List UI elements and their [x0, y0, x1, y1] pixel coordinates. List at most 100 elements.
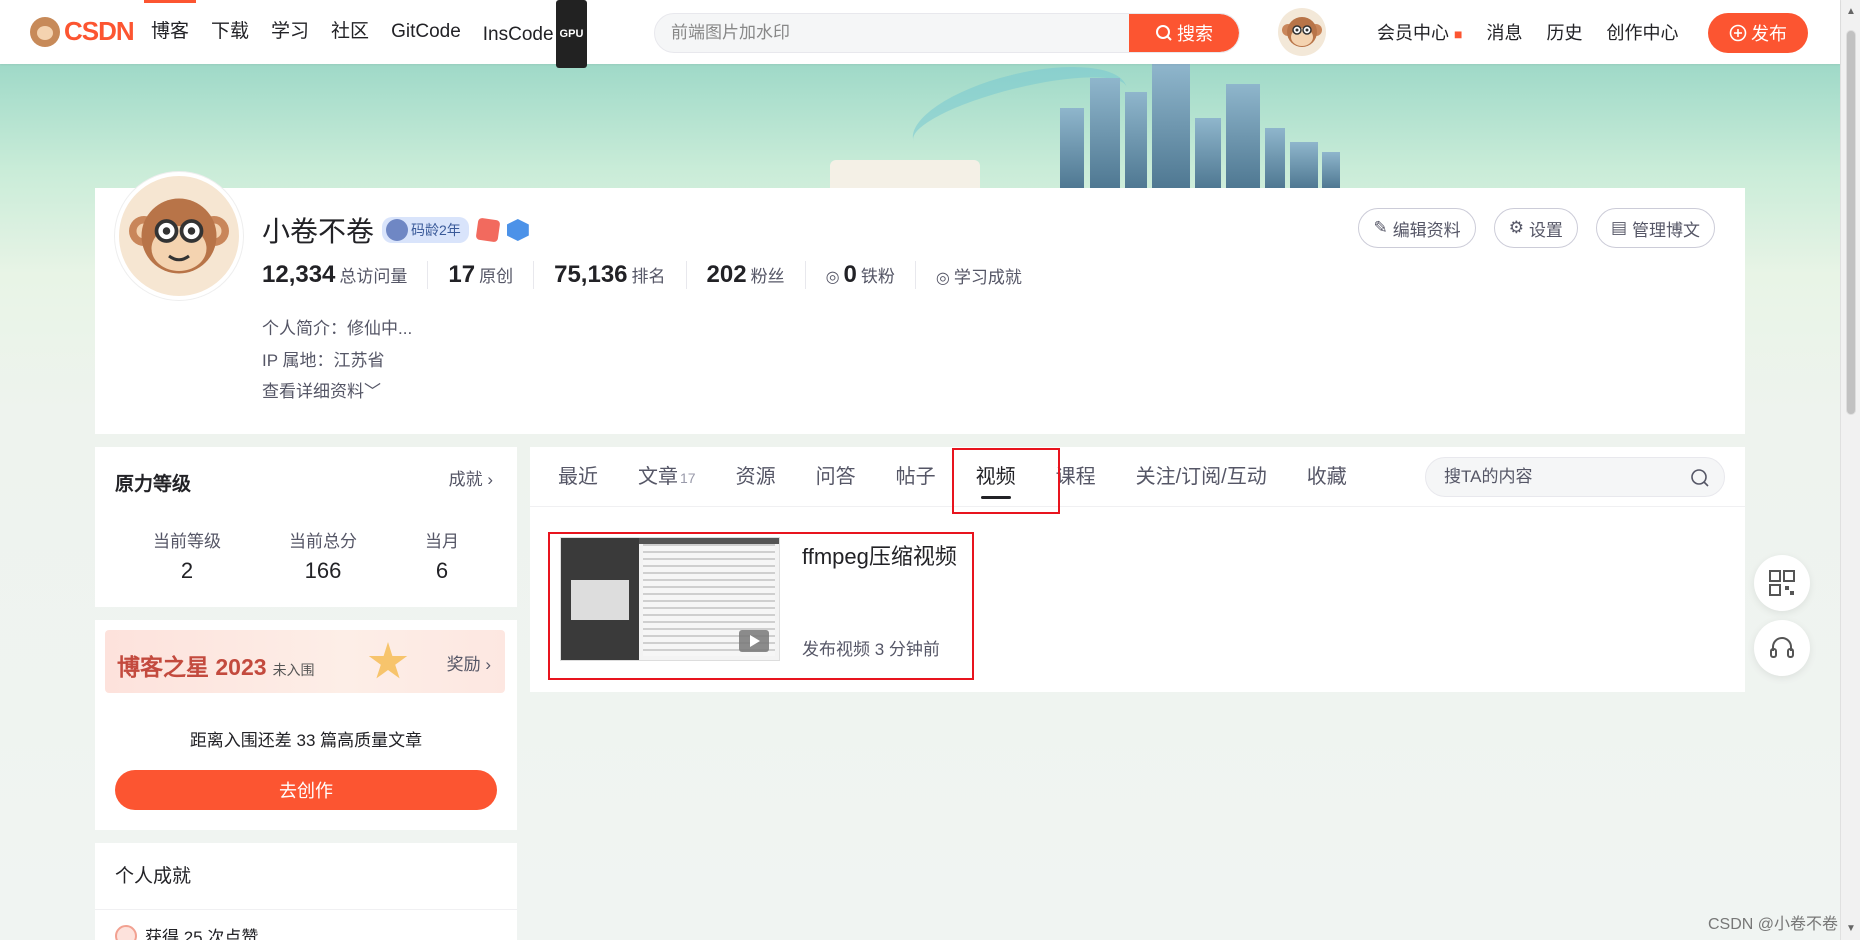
member-center-link[interactable]: 会员中心 ■ [1365, 19, 1474, 45]
code-age-badge: 码龄2年 [382, 217, 469, 243]
settings-button[interactable]: ⚙ 设置 [1493, 208, 1578, 248]
stat-fans[interactable]: 202 粉丝 [707, 261, 806, 289]
search-icon [1156, 25, 1172, 41]
tab-articles[interactable]: 文章 17 [618, 447, 716, 507]
blog-star-title: 博客之星 2023 未入围 [117, 648, 315, 682]
nav-item-community[interactable]: 社区 [320, 0, 380, 64]
qr-code-button[interactable] [1754, 555, 1810, 611]
inscode-label: InsCode [482, 24, 554, 45]
profile-ip: IP 属地：江苏省 [262, 351, 385, 370]
star-icon [368, 642, 408, 679]
manage-posts-button[interactable]: ▤ 管理博文 [1595, 208, 1715, 248]
page-scrollbar[interactable]: ▲ ▼ [1840, 0, 1860, 940]
level-stat-label: 当前等级 [153, 532, 221, 551]
profile-name: 小卷不卷 [262, 216, 375, 247]
nav-item-learn[interactable]: 学习 [260, 0, 320, 64]
user-avatar[interactable] [1278, 8, 1326, 56]
csdn-logo[interactable]: CSDN [30, 16, 135, 47]
stat-original[interactable]: 17 原创 [448, 261, 535, 289]
reward-link[interactable]: 奖励 › [447, 650, 491, 675]
blog-star-status: 未入围 [272, 662, 315, 678]
creator-center-link[interactable]: 创作中心 [1594, 19, 1690, 45]
profile-bio: 个人简介：修仙中... [262, 319, 413, 338]
stat-iron-fans[interactable]: ◎ 0 铁粉 [826, 261, 916, 289]
view-details-label: 查看详细资料 [262, 382, 364, 401]
manage-posts-label: 管理博文 [1632, 220, 1700, 240]
logo-text: CSDN [64, 16, 135, 46]
video-meta: 发布视频 3 分钟前 [802, 640, 940, 659]
medal-blue-icon[interactable] [506, 219, 529, 241]
level-stats: 当前等级 2 当前总分 166 当月 6 [95, 527, 517, 584]
learning-achievement-link[interactable]: ◎ 学习成就 [936, 263, 1042, 288]
chevron-down-icon: ﹀ [364, 382, 381, 401]
plus-circle-icon [1729, 24, 1747, 42]
video-thumbnail[interactable] [560, 537, 780, 661]
code-age-label: 码龄2年 [411, 222, 461, 238]
history-link[interactable]: 历史 [1534, 19, 1594, 45]
profile-stats: 12,334 总访问量 17 原创 75,136 排名 202 粉丝 ◎ 0 铁粉 ◎ 学习成… [262, 261, 1062, 289]
tab-articles-count: 17 [680, 469, 696, 486]
search-icon[interactable] [1690, 468, 1710, 488]
eye-icon: ◎ [935, 269, 950, 287]
qr-code-icon [1769, 570, 1795, 596]
monkey-avatar-icon [1282, 17, 1322, 47]
nav-item-inscode[interactable]: InsCode GPU [472, 0, 599, 68]
tab-recent[interactable]: 最近 [538, 447, 618, 507]
tab-courses[interactable]: 课程 [1036, 447, 1116, 507]
level-card: 原力等级 成就 › 当前等级 2 当前总分 166 当月 6 [95, 447, 517, 607]
global-search-input[interactable] [655, 14, 1125, 52]
tab-follow-interact[interactable]: 关注/订阅/互动 [1116, 447, 1287, 507]
profile-avatar[interactable] [115, 172, 243, 300]
customer-service-button[interactable] [1754, 620, 1810, 676]
stat-label: 总访问量 [339, 267, 408, 286]
achievements-card: 个人成就 获得 25 次点赞 [95, 843, 517, 940]
content-search-input[interactable] [1426, 458, 1676, 496]
top-right-links: 会员中心 ■ 消息 历史 创作中心 [1365, 0, 1690, 64]
headset-icon [1770, 637, 1794, 658]
tab-resources[interactable]: 资源 [716, 447, 796, 507]
video-list-item[interactable]: ffmpeg压缩视频 发布视频 3 分钟前 [560, 537, 960, 661]
level-title: 原力等级 [115, 474, 192, 495]
achievement-link[interactable]: 成就 › [449, 465, 493, 490]
blog-star-card: 博客之星 2023 未入围 奖励 › 距离入围还差 33 篇高质量文章 去创作 [95, 620, 517, 830]
global-search: 搜索 [654, 13, 1240, 53]
tab-favorites[interactable]: 收藏 [1287, 447, 1367, 507]
messages-link[interactable]: 消息 [1474, 19, 1534, 45]
level-stat-label: 当月 [425, 532, 459, 551]
medal-red-icon[interactable] [475, 217, 501, 243]
document-icon: ▤ [1610, 218, 1627, 237]
stat-value: 0 [843, 261, 857, 288]
achievements-title: 个人成就 [115, 866, 192, 887]
video-title[interactable]: ffmpeg压缩视频 [802, 539, 957, 571]
publish-label: 发布 [1751, 24, 1787, 44]
achievement-likes-text: 获得 25 次点赞 [145, 928, 259, 940]
nav-item-gitcode[interactable]: GitCode [380, 0, 472, 64]
tab-posts[interactable]: 帖子 [876, 447, 956, 507]
stat-label: 铁粉 [860, 267, 895, 286]
level-month: 当月 6 [425, 527, 459, 584]
nav-item-download[interactable]: 下载 [200, 0, 260, 64]
achievement-likes: 获得 25 次点赞 [115, 923, 258, 940]
scroll-up-icon[interactable]: ▲ [1846, 6, 1856, 17]
edit-profile-button[interactable]: ✎ 编辑资料 [1358, 208, 1476, 248]
scroll-down-icon[interactable]: ▼ [1846, 923, 1856, 934]
tab-videos[interactable]: 视频 [956, 447, 1036, 507]
tab-qa[interactable]: 问答 [796, 447, 876, 507]
search-button[interactable]: 搜索 [1129, 14, 1239, 52]
stat-visits: 12,334 总访问量 [262, 261, 429, 289]
publish-button[interactable]: 发布 [1708, 13, 1808, 53]
learning-label: 学习成就 [953, 267, 1022, 287]
view-details-link[interactable]: 查看详细资料﹀ [262, 377, 381, 402]
go-create-button[interactable]: 去创作 [115, 770, 497, 810]
thumbnail-sidebar [561, 538, 639, 660]
content-card: 最近 文章17 资源 问答 帖子 视频 课程 关注/订阅/互动 收藏 ffmpe… [530, 447, 1745, 692]
level-total-score: 当前总分 166 [289, 527, 357, 584]
eye-icon: ◎ [825, 269, 840, 286]
nav-item-blog[interactable]: 博客 [140, 0, 200, 64]
scrollbar-thumb[interactable] [1846, 30, 1856, 415]
blog-star-progress: 距离入围还差 33 篇高质量文章 [189, 731, 423, 750]
settings-label: 设置 [1528, 220, 1563, 240]
reward-link-label: 奖励 [446, 655, 481, 674]
level-stat-value: 6 [435, 558, 449, 583]
gift-icon: ■ [1454, 26, 1463, 42]
